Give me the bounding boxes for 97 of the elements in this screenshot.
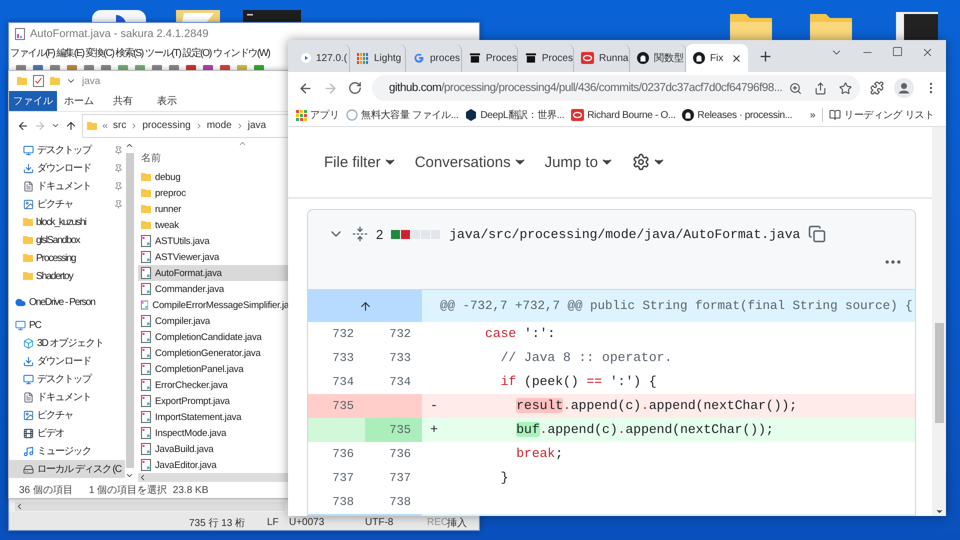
change-count: 2 [376, 226, 384, 242]
status-text: 735 行 13 桁 [189, 516, 246, 530]
bookmark-item[interactable]: Releases · processin... [682, 109, 792, 121]
status-text: REC [427, 517, 447, 528]
browser-tab[interactable]: Fix [686, 44, 748, 72]
file-row[interactable]: CompileErrorMessageSimplifier.ja [138, 297, 289, 313]
browser-tab[interactable]: Proces [518, 44, 574, 72]
nav-item[interactable]: PC [9, 316, 125, 334]
nav-item[interactable]: ドキュメント [9, 177, 125, 195]
nav-item[interactable]: block_kuzushi [9, 213, 125, 231]
path-segment[interactable]: src [113, 120, 126, 131]
status-text: UTF-8 [365, 517, 394, 528]
column-header[interactable]: 名前 [141, 151, 161, 165]
code-line: break; [515, 445, 564, 463]
more-bookmarks[interactable]: » [810, 110, 816, 120]
status-text: U+0073 [289, 517, 326, 528]
bookmark-item[interactable]: 無料大容量 ファイル... [346, 108, 458, 122]
filter-menu[interactable]: Conversations [414, 154, 527, 170]
nav-item[interactable]: デスクトップ [9, 370, 125, 388]
browser-tab[interactable]: Lightg [350, 44, 406, 72]
bookmark-item[interactable]: アプリ [296, 108, 340, 122]
item-count: 36 個の項目 [19, 484, 73, 497]
file-row[interactable]: ASTViewer.java [138, 249, 289, 265]
menu-item[interactable]: ウィンドウ(W) [212, 46, 270, 60]
menu-item[interactable]: ツール(T) [144, 46, 181, 60]
file-row[interactable]: tweak [138, 217, 289, 233]
hunk-header: @@ -732,7 +732,7 @@ public String format(final String source) { [422, 290, 915, 322]
nav-item[interactable]: ミュージック [9, 442, 125, 460]
file-row[interactable]: ImportStatement.java [138, 409, 289, 425]
nav-item[interactable]: ダウンロード [9, 159, 125, 177]
file-row[interactable]: ASTUtils.java [138, 233, 289, 249]
file-row[interactable]: InspectMode.java [138, 425, 289, 441]
menu-item[interactable]: ファイル(F) [10, 46, 54, 60]
ribbon-tab[interactable]: ホーム [57, 91, 101, 111]
code-line: } [500, 469, 508, 487]
address-bar[interactable]: github.com/processing/processing4/pull/436/commits/0237dc37acf7d0cf64796f98... [372, 75, 860, 101]
file-row[interactable]: AutoFormat.java [138, 265, 289, 281]
file-row[interactable]: CompletionGenerator.java [138, 345, 289, 361]
reading-list-button[interactable]: リーディング リスト [822, 108, 934, 122]
bookmark-item[interactable]: DeepL翻訳：世界... [465, 108, 564, 122]
path-segment[interactable]: processing [142, 120, 191, 131]
nav-item[interactable]: ビデオ [9, 424, 125, 442]
nav-item[interactable]: ピクチャ [9, 195, 125, 213]
file-row[interactable]: ExportPrompt.java [138, 393, 289, 409]
file-row[interactable]: Compiler.java [138, 313, 289, 329]
file-row[interactable]: CompletionPanel.java [138, 361, 289, 377]
bookmark-item[interactable]: Richard Bourne - O... [571, 109, 676, 121]
nav-item[interactable]: ドキュメント [9, 388, 125, 406]
nav-item[interactable]: デスクトップ [9, 141, 125, 159]
browser-tab[interactable]: proces [406, 44, 462, 72]
address-bar[interactable]: src processing mode java [82, 114, 289, 138]
line-number: 735 [365, 418, 422, 442]
nav-item[interactable]: Processing [9, 249, 125, 267]
diff-sign: + [430, 421, 438, 439]
path-segment[interactable]: mode [206, 120, 232, 131]
nav-item[interactable]: glslSandbox [9, 231, 125, 249]
diff-sign: - [430, 397, 438, 415]
file-row[interactable]: Commander.java [138, 281, 289, 297]
window-title: AutoFormat.java - sakura 2.4.1.2849 [30, 28, 209, 40]
nav-item[interactable]: ダウンロード [9, 352, 125, 370]
file-row[interactable]: JavaBuild.java [138, 441, 289, 457]
file-row[interactable]: preproc [138, 185, 289, 201]
nav-item[interactable]: Shadertoy [9, 267, 125, 285]
selection-info: 1 個の項目を選択 23.8 KB [88, 484, 208, 497]
code-line: case ':': [484, 325, 556, 343]
code-line: result.append(c).append(nextChar()); [515, 397, 798, 415]
code-line: buf.append(c).append(nextChar()); [515, 421, 774, 439]
line-number: 735 [308, 394, 365, 418]
status-text: 挿入 [447, 516, 468, 530]
ribbon-tab[interactable]: ファイル [9, 91, 57, 111]
file-row[interactable]: debug [138, 169, 289, 185]
ribbon-tab[interactable]: 表示 [145, 91, 189, 111]
filter-menu[interactable]: Jump to [544, 154, 614, 170]
filter-menu[interactable]: File filter [324, 154, 397, 170]
nav-item[interactable]: 3D オブジェクト [9, 334, 125, 352]
menu-item[interactable]: 変換(C) [86, 46, 114, 60]
url-text: github.com/processing/processing4/pull/436/commits/0237dc37acf7d0cf64796f98... [389, 82, 782, 94]
browser-tab[interactable]: 127.0.( [294, 44, 350, 72]
menu-item[interactable]: 検索(S) [116, 46, 143, 60]
code-line: if (peek() == ':') { [500, 373, 657, 391]
file-row[interactable]: CompletionCandidate.java [138, 329, 289, 345]
path-segment[interactable]: java [248, 120, 266, 131]
nav-item[interactable]: ローカル ディスク (C [9, 460, 125, 478]
file-row[interactable]: ErrorChecker.java [138, 377, 289, 393]
window-title: java [82, 76, 100, 86]
nav-item[interactable]: OneDrive - Person [9, 293, 125, 311]
status-text: LF [267, 517, 280, 528]
browser-tab[interactable]: Proces [462, 44, 518, 72]
file-path[interactable]: java/src/processing/mode/java/AutoFormat.java [449, 226, 800, 242]
menu-item[interactable]: 編集(E) [56, 46, 84, 60]
ribbon-tab[interactable]: 共有 [101, 91, 145, 111]
menu-item[interactable]: 設定(O) [182, 46, 211, 60]
code-line: // Java 8 :: operator. [500, 349, 672, 367]
file-row[interactable]: JavaEditor.java [138, 457, 289, 473]
browser-tab[interactable]: Runna [574, 44, 630, 72]
file-row[interactable]: runner [138, 201, 289, 217]
nav-item[interactable]: ピクチャ [9, 406, 125, 424]
